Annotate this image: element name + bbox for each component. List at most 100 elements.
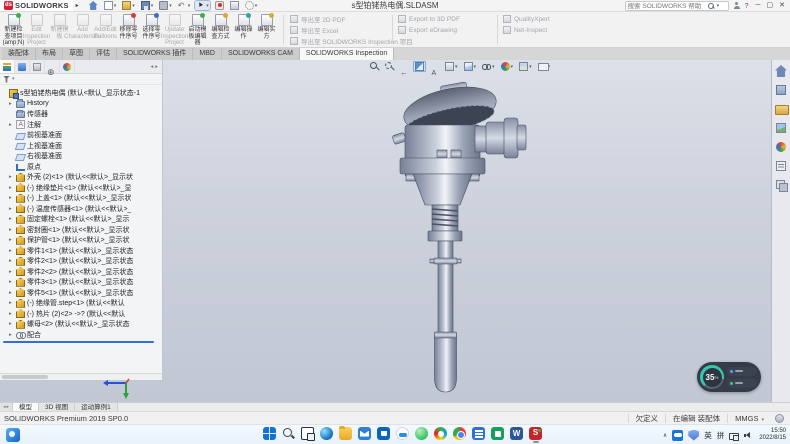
expand-arrow-icon[interactable]: ▸	[9, 279, 16, 285]
task-pane-icon[interactable]	[775, 103, 787, 115]
panel-tab-prev-icon[interactable]: ◂	[150, 64, 153, 70]
panel-tab[interactable]	[0, 60, 15, 73]
expand-arrow-icon[interactable]: ▸	[9, 290, 16, 296]
ribbon-button[interactable]: 编辑操作	[232, 13, 255, 47]
tree-item[interactable]: ▸ 密封圈<1> (默认<<默认>_显示状	[0, 225, 161, 236]
panel-tab[interactable]	[30, 60, 45, 73]
expand-arrow-icon[interactable]: ▸	[9, 174, 16, 180]
rollback-bar[interactable]	[3, 341, 154, 343]
export-item[interactable]: 导出至 SOLIDWORKS Inspection 项目	[290, 36, 413, 46]
export-item[interactable]: Export to 3D PDF	[398, 14, 460, 24]
export-item[interactable]: Export eDrawing	[398, 25, 460, 35]
task-pane-icon[interactable]	[775, 84, 787, 96]
taskbar-app-button[interactable]	[509, 427, 524, 443]
quick-access-button[interactable]	[140, 1, 155, 10]
heads-up-button[interactable]	[499, 61, 516, 72]
expand-arrow-icon[interactable]: ▸	[9, 185, 16, 191]
doc-tab[interactable]: 运动算例1	[75, 403, 118, 411]
tree-item[interactable]: ▸ 原点	[0, 162, 161, 173]
quick-access-button[interactable]	[158, 1, 173, 10]
quick-access-button[interactable]	[103, 1, 118, 10]
export-item[interactable]: Net-Inspect	[503, 25, 550, 35]
taskbar-app-button[interactable]	[395, 427, 410, 443]
widget-button-top[interactable]	[727, 367, 757, 376]
help-icon[interactable]: ?	[745, 3, 749, 10]
heads-up-button[interactable]	[517, 61, 534, 72]
expand-arrow-icon[interactable]: ▸	[9, 195, 16, 201]
expand-arrow-icon[interactable]: ▸	[9, 258, 16, 264]
tree-item[interactable]: ▸ (-) 上盖<1> (默认<<默认>_显示状	[0, 193, 161, 204]
search-dropdown-icon[interactable]: ▾	[717, 3, 720, 9]
search-input[interactable]	[628, 3, 706, 10]
tree-item[interactable]: ▸ (-) 温度传感器<1> (默认<<默认>_	[0, 204, 161, 215]
close-button[interactable]	[779, 1, 785, 11]
ribbon-button[interactable]: Add/Edit Balloons	[94, 13, 117, 47]
taskbar-app-button[interactable]	[414, 427, 429, 443]
command-tab[interactable]: SOLIDWORKS Inspection	[300, 48, 394, 60]
ribbon-button[interactable]: 启动模板编辑器	[186, 13, 209, 47]
command-tab[interactable]: SOLIDWORKS CAM	[222, 48, 300, 60]
expand-arrow-icon[interactable]: ▸	[9, 248, 16, 254]
tree-item[interactable]: ▸ 注解	[0, 120, 161, 131]
quick-access-button[interactable]	[88, 1, 99, 10]
expand-arrow-icon[interactable]: ▸	[9, 237, 16, 243]
expand-arrow-icon[interactable]: ▸	[9, 321, 16, 327]
tree-item[interactable]: ▸ 零件5<1> (默认<<默认>_显示状态	[0, 288, 161, 299]
quick-access-button[interactable]	[229, 1, 240, 10]
widgets-icon[interactable]	[6, 428, 20, 442]
tree-item[interactable]: ▸ 右视基准面	[0, 151, 161, 162]
tree-item[interactable]: ▸ (-) 热片 (2)<2> ->? (默认<<默认	[0, 309, 161, 320]
scrollbar-thumb[interactable]	[2, 375, 48, 379]
tree-item[interactable]: ▸ (-) 绝缘垫片<1> (默认<<默认>_显	[0, 183, 161, 194]
tray-chevron-icon[interactable]: ∧	[663, 432, 667, 439]
quick-access-button[interactable]	[195, 1, 210, 10]
command-tab[interactable]: 评估	[90, 48, 117, 60]
quick-access-button[interactable]	[177, 1, 192, 10]
heads-up-button[interactable]	[443, 61, 460, 72]
panel-tab[interactable]	[15, 60, 30, 73]
ribbon-button[interactable]: 选择零件序号	[140, 13, 163, 47]
ime-pinyin-indicator[interactable]: 拼	[717, 430, 725, 441]
command-tab[interactable]: 装配体	[2, 48, 36, 60]
task-pane-icon[interactable]	[775, 65, 787, 77]
heads-up-button[interactable]	[368, 61, 381, 72]
doc-tab-next-icon[interactable]: ▸	[7, 404, 10, 410]
quick-access-button[interactable]	[244, 1, 259, 10]
ribbon-button[interactable]: Add Characteristic	[71, 13, 94, 47]
export-item[interactable]: 导出至 2D PDF	[290, 14, 413, 24]
speaker-icon[interactable]	[744, 430, 754, 440]
taskbar-app-button[interactable]	[490, 427, 505, 443]
expand-arrow-icon[interactable]: ▸	[9, 311, 16, 317]
expand-arrow-icon[interactable]: ▸	[9, 300, 16, 306]
login-icon[interactable]	[733, 2, 741, 10]
command-tab[interactable]: 布局	[36, 48, 63, 60]
taskbar-app-button[interactable]	[376, 427, 391, 443]
tree-item[interactable]: ▸ 固定螺栓<1> (默认<<默认>_显示	[0, 214, 161, 225]
task-pane-icon[interactable]	[775, 160, 787, 172]
tree-item[interactable]: ▸ 螺母<2> (默认<<默认>_显示状态	[0, 319, 161, 330]
expand-arrow-icon[interactable]: ▸	[9, 332, 16, 338]
command-tab[interactable]: SOLIDWORKS 插件	[117, 48, 193, 60]
tree-item[interactable]: ▸ 零件2<1> (默认<<默认>_显示状态	[0, 256, 161, 267]
taskbar-app-button[interactable]	[528, 427, 543, 443]
expand-arrow-icon[interactable]: ▸	[9, 227, 16, 233]
tree-item[interactable]: ▸ s型铂铑热电偶 (默认<默认_显示状态-1	[0, 88, 161, 99]
tree-item[interactable]: ▸ 传感器	[0, 109, 161, 120]
thermocouple-3d-model[interactable]	[375, 82, 535, 397]
export-item[interactable]: QualityXpert	[503, 14, 550, 24]
quick-access-button[interactable]	[214, 1, 225, 10]
panel-tab-next-icon[interactable]: ▸	[155, 64, 158, 70]
ribbon-button[interactable]: 移除零件序号	[117, 13, 140, 47]
doc-tab[interactable]: 3D 视图	[39, 403, 75, 411]
command-tab[interactable]: 草图	[63, 48, 90, 60]
ribbon-button[interactable]: 编辑检查方式	[209, 13, 232, 47]
quick-access-button[interactable]	[121, 1, 136, 10]
ribbon-button[interactable]: Edit Inspection Project	[25, 13, 48, 47]
cast-icon[interactable]	[729, 433, 739, 440]
search-icon[interactable]	[708, 3, 715, 10]
tree-item[interactable]: ▸ 配合	[0, 330, 161, 341]
expand-arrow-icon[interactable]: ▸	[9, 122, 16, 128]
tree-item[interactable]: ▸ 上视基准面	[0, 141, 161, 152]
heads-up-button[interactable]	[480, 61, 497, 72]
export-item[interactable]: 导出至 Excel	[290, 25, 413, 35]
